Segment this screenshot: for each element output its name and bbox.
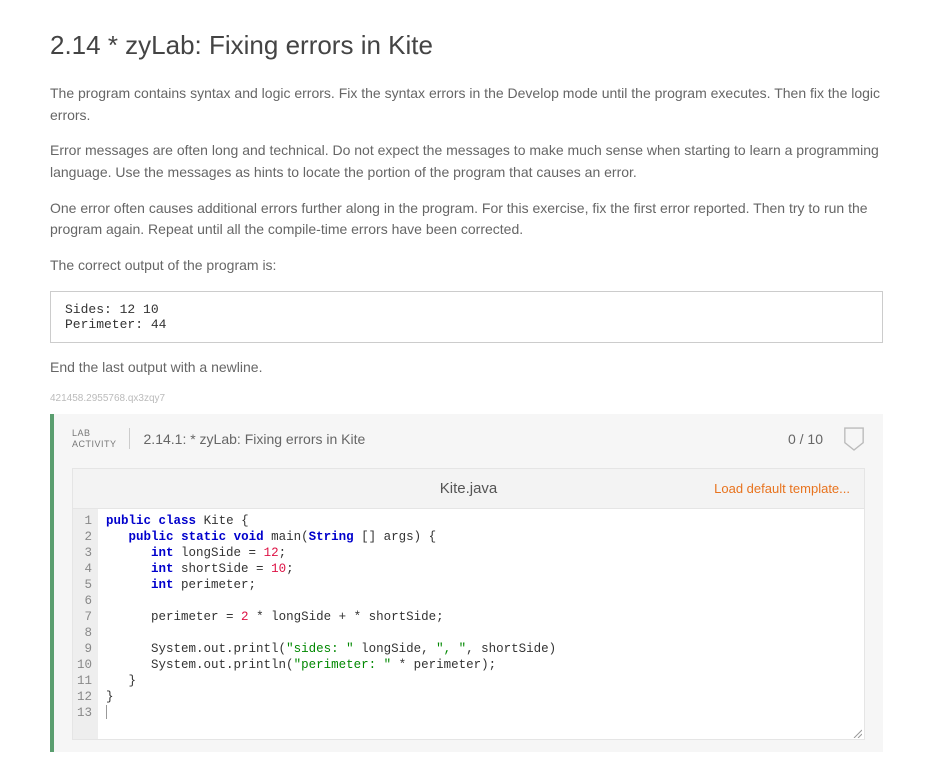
intro-paragraph-1: The program contains syntax and logic er… [50,83,883,126]
text-cursor [106,705,107,719]
lab-badge-line1: LAB [72,428,117,439]
page-title: 2.14 * zyLab: Fixing errors in Kite [50,30,883,61]
code-area[interactable]: 1 2 3 4 5 6 7 8 9 10 11 12 13 public cla… [73,509,864,739]
activity-score: 0 / 10 [788,431,823,447]
lab-activity-panel: LAB ACTIVITY 2.14.1: * zyLab: Fixing err… [50,414,883,752]
intro-paragraph-5: End the last output with a newline. [50,357,883,379]
code-content[interactable]: public class Kite { public static void m… [98,509,864,739]
expected-output-box: Sides: 12 10 Perimeter: 44 [50,291,883,343]
activity-title: 2.14.1: * zyLab: Fixing errors in Kite [144,431,774,447]
shield-icon [843,426,865,452]
file-name-label: Kite.java [440,480,498,497]
editor-toolbar: Kite.java Load default template... [73,469,864,509]
intro-paragraph-4: The correct output of the program is: [50,255,883,277]
intro-paragraph-2: Error messages are often long and techni… [50,140,883,183]
lab-badge-line2: ACTIVITY [72,439,117,450]
activity-header: LAB ACTIVITY 2.14.1: * zyLab: Fixing err… [72,426,865,452]
line-number-gutter: 1 2 3 4 5 6 7 8 9 10 11 12 13 [73,509,98,739]
code-editor: Kite.java Load default template... 1 2 3… [72,468,865,740]
load-default-template-link[interactable]: Load default template... [714,481,850,496]
resize-handle-icon[interactable] [852,727,862,737]
reference-id: 421458.2955768.qx3zqy7 [50,393,883,404]
intro-paragraph-3: One error often causes additional errors… [50,198,883,241]
lab-activity-badge: LAB ACTIVITY [72,428,130,450]
